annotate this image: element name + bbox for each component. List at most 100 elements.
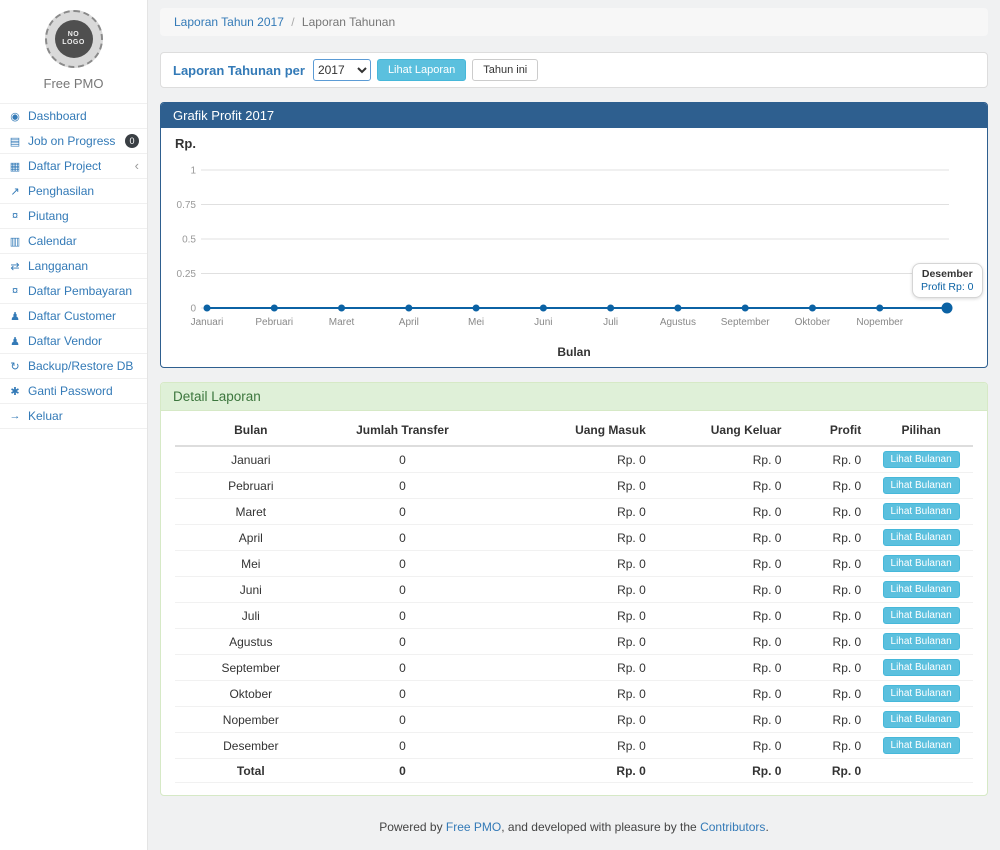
- lihat-bulanan-button[interactable]: Lihat Bulanan: [883, 529, 960, 546]
- income-chart-icon: ↗: [8, 185, 22, 198]
- cell-pilihan: Lihat Bulanan: [869, 603, 973, 629]
- sidebar-item-daftar-pembayaran[interactable]: ¤ Daftar Pembayaran: [0, 278, 147, 303]
- cell-pilihan: Lihat Bulanan: [869, 655, 973, 681]
- cell-profit: Rp. 0: [789, 525, 869, 551]
- cell-jumlah-transfer: 0: [327, 577, 479, 603]
- cell-uang-masuk: Rp. 0: [478, 577, 654, 603]
- sidebar-item-label: Daftar Pembayaran: [28, 284, 132, 298]
- chart-point[interactable]: [405, 305, 412, 312]
- cell-pilihan: [869, 759, 973, 783]
- chart-point[interactable]: [473, 305, 480, 312]
- breadcrumb-separator: /: [291, 15, 294, 29]
- lihat-bulanan-button[interactable]: Lihat Bulanan: [883, 581, 960, 598]
- chart-point[interactable]: [540, 305, 547, 312]
- tahun-ini-button[interactable]: Tahun ini: [472, 59, 538, 81]
- x-axis-tick-label: Januari: [191, 317, 224, 328]
- chart-point[interactable]: [271, 305, 278, 312]
- table-row-total: Total0Rp. 0Rp. 0Rp. 0: [175, 759, 973, 783]
- lihat-bulanan-button[interactable]: Lihat Bulanan: [883, 503, 960, 520]
- table-row-juni: Juni0Rp. 0Rp. 0Rp. 0Lihat Bulanan: [175, 577, 973, 603]
- lihat-bulanan-button[interactable]: Lihat Bulanan: [883, 633, 960, 650]
- cell-jumlah-transfer: 0: [327, 473, 479, 499]
- sidebar: NO LOGO Free PMO ◉Dashboard▤Job on Progr…: [0, 0, 148, 850]
- tooltip-title: Desember: [921, 268, 974, 280]
- subscription-repeat-icon: ⇄: [8, 260, 22, 273]
- lihat-bulanan-button[interactable]: Lihat Bulanan: [883, 711, 960, 728]
- col-header-uang-keluar: Uang Keluar: [654, 415, 790, 446]
- sidebar-item-daftar-vendor[interactable]: ♟Daftar Vendor: [0, 328, 147, 353]
- sidebar-item-langganan[interactable]: ⇄Langganan: [0, 253, 147, 278]
- x-axis-tick-label: Mei: [468, 317, 484, 328]
- sidebar-item-daftar-customer[interactable]: ♟Daftar Customer: [0, 303, 147, 328]
- profit-chart-svg: 10.750.50.250JanuariPebruariMaretAprilMe…: [175, 154, 973, 338]
- chart-point[interactable]: [674, 305, 681, 312]
- lihat-bulanan-button[interactable]: Lihat Bulanan: [883, 555, 960, 572]
- cell-jumlah-transfer: 0: [327, 525, 479, 551]
- report-filter-panel: Laporan Tahunan per 2017 Lihat Laporan T…: [160, 52, 988, 88]
- cell-jumlah-transfer: 0: [327, 551, 479, 577]
- logo-inner-circle: NO LOGO: [55, 20, 93, 58]
- cell-uang-masuk: Rp. 0: [478, 499, 654, 525]
- lihat-bulanan-button[interactable]: Lihat Bulanan: [883, 451, 960, 468]
- x-axis-tick-label: Nopember: [856, 317, 903, 328]
- x-axis-label: Bulan: [175, 345, 973, 359]
- lihat-laporan-button[interactable]: Lihat Laporan: [377, 59, 466, 81]
- chart-point[interactable]: [607, 305, 614, 312]
- table-row-oktober: Oktober0Rp. 0Rp. 0Rp. 0Lihat Bulanan: [175, 681, 973, 707]
- payment-money-icon: ¤: [8, 285, 22, 297]
- chart-point[interactable]: [742, 305, 749, 312]
- sidebar-item-calendar[interactable]: ▥Calendar: [0, 228, 147, 253]
- cell-bulan: April: [175, 525, 327, 551]
- sidebar-item-keluar[interactable]: →Keluar: [0, 403, 147, 428]
- lihat-bulanan-button[interactable]: Lihat Bulanan: [883, 607, 960, 624]
- lihat-bulanan-button[interactable]: Lihat Bulanan: [883, 477, 960, 494]
- free-pmo-link[interactable]: Free PMO: [446, 820, 501, 834]
- y-axis-tick-label: 0: [190, 304, 196, 315]
- chart-point-hovered[interactable]: [942, 303, 953, 314]
- cell-uang-keluar: Rp. 0: [654, 551, 790, 577]
- cell-profit: Rp. 0: [789, 629, 869, 655]
- y-axis-tick-label: 0.25: [177, 269, 197, 280]
- cell-bulan: Mei: [175, 551, 327, 577]
- sidebar-item-label: Penghasilan: [28, 184, 94, 198]
- y-axis-tick-label: 1: [190, 166, 196, 177]
- breadcrumb-current: Laporan Tahunan: [302, 15, 395, 29]
- chart-point[interactable]: [204, 305, 211, 312]
- detail-laporan-table: Bulan Jumlah Transfer Uang Masuk Uang Ke…: [175, 415, 973, 783]
- year-select[interactable]: 2017: [313, 59, 371, 81]
- x-axis-tick-label: Maret: [329, 317, 355, 328]
- cell-uang-masuk: Rp. 0: [478, 759, 654, 783]
- cell-bulan: Juli: [175, 603, 327, 629]
- chart-point[interactable]: [809, 305, 816, 312]
- cell-profit: Rp. 0: [789, 603, 869, 629]
- sidebar-item-penghasilan[interactable]: ↗ Penghasilan: [0, 178, 147, 203]
- sidebar-item-backup-restore-db[interactable]: ↻Backup/Restore DB: [0, 353, 147, 378]
- cell-pilihan: Lihat Bulanan: [869, 473, 973, 499]
- cell-bulan: Juni: [175, 577, 327, 603]
- breadcrumb-link-laporan-tahun[interactable]: Laporan Tahun 2017: [174, 15, 284, 29]
- lihat-bulanan-button[interactable]: Lihat Bulanan: [883, 685, 960, 702]
- sidebar-item-job-on-progress[interactable]: ▤Job on Progress0: [0, 128, 147, 153]
- sidebar-item-label: Dashboard: [28, 109, 87, 123]
- lihat-bulanan-button[interactable]: Lihat Bulanan: [883, 737, 960, 754]
- cell-profit: Rp. 0: [789, 681, 869, 707]
- sidebar-item-ganti-password[interactable]: ✱Ganti Password: [0, 378, 147, 403]
- sidebar-item-piutang[interactable]: ¤Piutang: [0, 203, 147, 228]
- x-axis-tick-label: Oktober: [795, 317, 831, 328]
- cell-uang-keluar: Rp. 0: [654, 655, 790, 681]
- chart-point[interactable]: [338, 305, 345, 312]
- lihat-bulanan-button[interactable]: Lihat Bulanan: [883, 659, 960, 676]
- contributors-link[interactable]: Contributors: [700, 820, 765, 834]
- sidebar-item-daftar-project[interactable]: ▦Daftar Project‹: [0, 153, 147, 178]
- cell-bulan: Januari: [175, 446, 327, 473]
- cell-uang-masuk: Rp. 0: [478, 473, 654, 499]
- cell-bulan: Maret: [175, 499, 327, 525]
- cell-profit: Rp. 0: [789, 655, 869, 681]
- sidebar-item-dashboard[interactable]: ◉Dashboard: [0, 103, 147, 128]
- cell-pilihan: Lihat Bulanan: [869, 551, 973, 577]
- brand-name: Free PMO: [0, 76, 147, 91]
- cell-jumlah-transfer: 0: [327, 681, 479, 707]
- chart-point[interactable]: [876, 305, 883, 312]
- cell-uang-keluar: Rp. 0: [654, 603, 790, 629]
- cell-uang-masuk: Rp. 0: [478, 733, 654, 759]
